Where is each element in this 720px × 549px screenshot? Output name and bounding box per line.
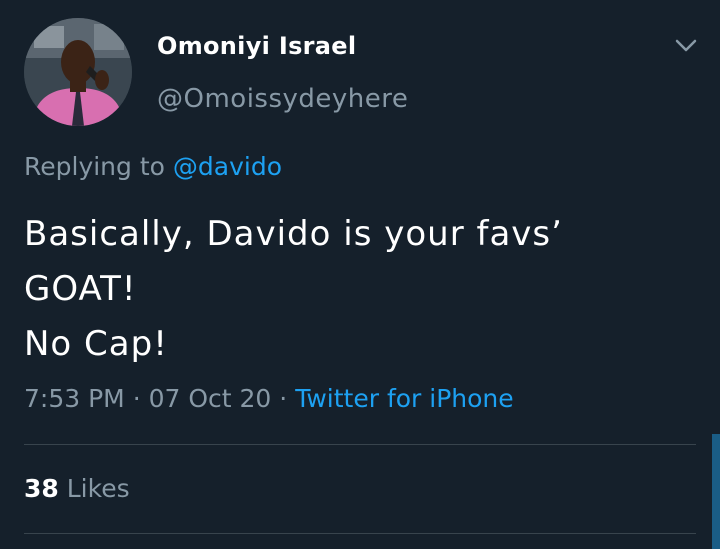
meta-separator: ·	[132, 384, 141, 413]
mention-link[interactable]: @davido	[173, 152, 282, 181]
tweet-text-line: Basically, Davido is your favs’	[24, 214, 563, 254]
tweet-text-line: No Cap!	[24, 324, 168, 364]
divider	[24, 444, 696, 445]
likes-stat[interactable]: 38 Likes	[24, 474, 130, 503]
replying-to-label: Replying to	[24, 152, 165, 181]
meta-separator: ·	[279, 384, 288, 413]
chevron-down-icon[interactable]	[674, 36, 698, 56]
tweet-meta: 7:53 PM · 07 Oct 20 · Twitter for iPhone	[24, 384, 514, 413]
likes-label: Likes	[66, 474, 130, 503]
user-handle[interactable]: @Omoissydeyhere	[157, 84, 408, 114]
divider	[24, 533, 696, 534]
replying-to: Replying to @davido	[24, 152, 282, 181]
tweet-text-line: GOAT!	[24, 269, 137, 309]
avatar[interactable]	[24, 18, 132, 126]
display-name[interactable]: Omoniyi Israel	[157, 32, 356, 60]
tweet-date[interactable]: 07 Oct 20	[149, 384, 272, 413]
tweet-text: Basically, Davido is your favs’ GOAT! No…	[24, 207, 694, 372]
tweet-time[interactable]: 7:53 PM	[24, 384, 125, 413]
avatar-image	[24, 18, 132, 126]
tweet-detail: Omoniyi Israel @Omoissydeyhere Replying …	[0, 0, 720, 549]
tweet-source-link[interactable]: Twitter for iPhone	[295, 384, 513, 413]
likes-count: 38	[24, 474, 59, 503]
scrollbar[interactable]	[712, 434, 720, 549]
